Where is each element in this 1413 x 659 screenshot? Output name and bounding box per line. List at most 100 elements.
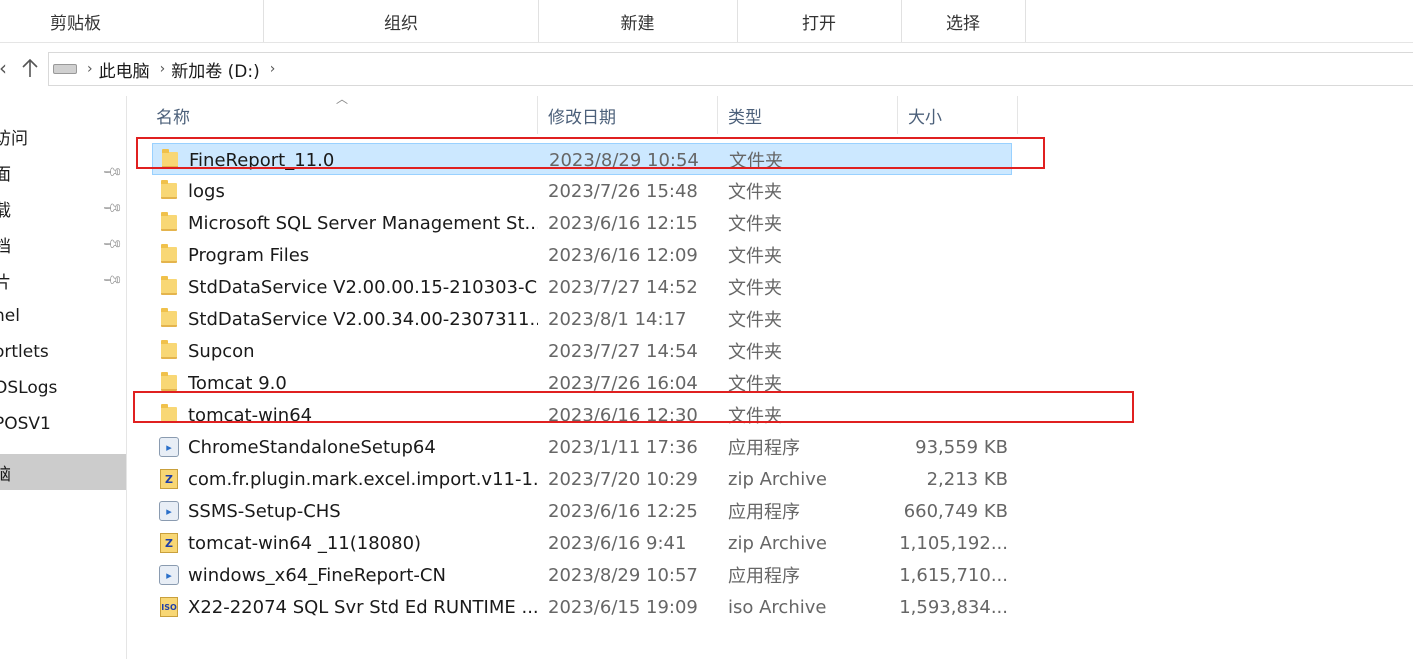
file-row[interactable]: Microsoft SQL Server Management St... 202…	[152, 207, 1012, 239]
nav-item-label: 载	[0, 196, 11, 221]
file-row[interactable]: StdDataService V2.00.00.15-210303-C 2023/…	[152, 271, 1012, 303]
file-date: 2023/1/11 17:36	[548, 436, 698, 458]
file-size	[888, 207, 1008, 239]
nav-item-label: 档	[0, 232, 11, 257]
nav-item-label: OSLogs	[0, 378, 58, 398]
file-row[interactable]: Zcom.fr.plugin.mark.excel.import.v11-1..…	[152, 463, 1012, 495]
file-size: 1,593,834...	[899, 596, 1008, 618]
file-type: iso Archive	[728, 596, 827, 618]
folder-icon	[158, 335, 180, 367]
nav-item[interactable]: POSV1	[0, 406, 126, 442]
ribbon-group-clipboard[interactable]: 剪贴板	[0, 0, 264, 42]
nav-item[interactable]: 面 📌︎	[0, 154, 126, 190]
folder-icon	[158, 175, 180, 207]
breadcrumb-drive-d[interactable]: 新加卷 (D:)	[171, 57, 260, 82]
file-row[interactable]: StdDataService V2.00.34.00-2307311... 202…	[152, 303, 1012, 335]
file-row[interactable]: logs 2023/7/26 15:48 文件夹	[152, 175, 1012, 207]
file-date: 2023/6/16 12:25	[548, 500, 698, 522]
file-type: 文件夹	[728, 182, 782, 203]
file-row[interactable]: ISO X22-22074 SQL Svr Std Ed RUNTIME ... 2…	[152, 591, 1012, 623]
file-date: 2023/8/29 10:57	[548, 564, 698, 586]
pin-icon: 📌︎	[101, 160, 124, 184]
file-row[interactable]: ▸ SSMS-Setup-CHS 2023/6/16 12:25 应用程序 660,74…	[152, 495, 1012, 527]
file-date: 2023/6/16 9:41	[548, 532, 687, 554]
chevron-right-icon[interactable]: ›	[160, 61, 166, 77]
ribbon-group-new[interactable]: 新建	[538, 0, 738, 42]
ribbon-group-select[interactable]: 选择	[901, 0, 1026, 42]
address-bar[interactable]: › 此电脑 › 新加卷 (D:) ›	[48, 52, 1413, 86]
nav-item[interactable]: 访问	[0, 118, 126, 154]
file-size	[888, 175, 1008, 207]
file-size	[888, 239, 1008, 271]
file-name: logs	[188, 180, 225, 202]
file-date: 2023/6/16 12:15	[548, 212, 698, 234]
column-header-date[interactable]: 修改日期	[538, 96, 718, 134]
folder-icon	[158, 303, 180, 335]
navigation-pane: 访问 面 📌︎ 载 📌︎ 档 📌︎ 片 📌︎ nel ortlets OSLogs PO…	[0, 96, 127, 659]
file-row[interactable]: ▸ ChromeStandaloneSetup64 2023/1/11 17:36 应…	[152, 431, 1012, 463]
folder-icon	[158, 207, 180, 239]
nav-item-label: 访问	[0, 128, 28, 149]
file-name: windows_x64_FineReport-CN	[188, 564, 446, 586]
nav-item-this-pc[interactable]: 脑	[0, 454, 126, 490]
file-name: Supcon	[188, 340, 255, 362]
file-name: com.fr.plugin.mark.excel.import.v11-1...	[188, 468, 538, 490]
file-date: 2023/7/27 14:52	[548, 276, 698, 298]
zip-archive-icon: Z	[158, 527, 180, 559]
file-type: 文件夹	[728, 278, 782, 299]
file-list: ︿ 名称 修改日期 类型 大小 FineReport_11.0 2023/8/29…	[128, 92, 1413, 659]
file-size: 2,213 KB	[926, 468, 1008, 490]
file-row[interactable]: Program Files 2023/6/16 12:09 文件夹	[152, 239, 1012, 271]
file-name: tomcat-win64 _11(18080)	[188, 532, 422, 554]
pin-icon: 📌︎	[101, 196, 124, 220]
chevron-right-icon[interactable]: ›	[87, 61, 93, 77]
breadcrumb-this-pc[interactable]: 此电脑	[99, 57, 150, 82]
ribbon-group-open[interactable]: 打开	[737, 0, 902, 42]
navigation-bar: ‹ › 此电脑 › 新加卷 (D:) ›	[0, 50, 1413, 86]
folder-icon	[158, 271, 180, 303]
file-size: 660,749 KB	[903, 500, 1008, 522]
file-size	[888, 303, 1008, 335]
nav-item[interactable]: ortlets	[0, 334, 126, 370]
file-name: X22-22074 SQL Svr Std Ed RUNTIME ...	[188, 596, 538, 618]
column-header-size[interactable]: 大小	[898, 96, 1018, 134]
file-name: Microsoft SQL Server Management St...	[188, 212, 538, 234]
chevron-right-icon[interactable]: ›	[270, 61, 276, 77]
file-type: 应用程序	[728, 438, 800, 459]
nav-item[interactable]: 片 📌︎	[0, 262, 126, 298]
file-type: zip Archive	[728, 468, 827, 490]
file-row[interactable]: ▸ windows_x64_FineReport-CN 2023/8/29 10:5…	[152, 559, 1012, 591]
file-type: 文件夹	[728, 214, 782, 235]
file-date: 2023/7/20 10:29	[548, 468, 698, 490]
annotation-box	[136, 137, 1045, 169]
column-header-name[interactable]: 名称	[146, 96, 538, 134]
file-row[interactable]: Supcon 2023/7/27 14:54 文件夹	[152, 335, 1012, 367]
file-type: zip Archive	[728, 532, 827, 554]
chevron-left-icon[interactable]: ‹	[0, 50, 10, 86]
nav-item[interactable]: OSLogs	[0, 370, 126, 406]
nav-item[interactable]: nel	[0, 298, 126, 334]
annotation-box	[133, 391, 1134, 423]
file-type: 文件夹	[728, 342, 782, 363]
file-row[interactable]: Ztomcat-win64 _11(18080) 2023/6/16 9:41 zi…	[152, 527, 1012, 559]
application-icon: ▸	[158, 431, 180, 463]
application-icon: ▸	[158, 559, 180, 591]
nav-item-label: nel	[0, 306, 20, 326]
file-type: 文件夹	[728, 246, 782, 267]
file-size: 93,559 KB	[915, 436, 1008, 458]
file-type: 应用程序	[728, 502, 800, 523]
pin-icon: 📌︎	[101, 232, 124, 256]
ribbon-group-organize[interactable]: 组织	[264, 0, 539, 42]
file-type: 文件夹	[728, 310, 782, 331]
arrow-up-icon[interactable]	[16, 50, 44, 86]
file-type: 应用程序	[728, 566, 800, 587]
nav-item[interactable]: 档 📌︎	[0, 226, 126, 262]
nav-item-label: ortlets	[0, 342, 49, 362]
file-name: Program Files	[188, 244, 310, 266]
column-header-type[interactable]: 类型	[718, 96, 898, 134]
nav-item-label: POSV1	[0, 414, 51, 434]
nav-item[interactable]: 载 📌︎	[0, 190, 126, 226]
ribbon: 剪贴板 组织 新建 打开 选择	[0, 0, 1413, 43]
file-date: 2023/6/16 12:09	[548, 244, 698, 266]
file-date: 2023/7/27 14:54	[548, 340, 698, 362]
